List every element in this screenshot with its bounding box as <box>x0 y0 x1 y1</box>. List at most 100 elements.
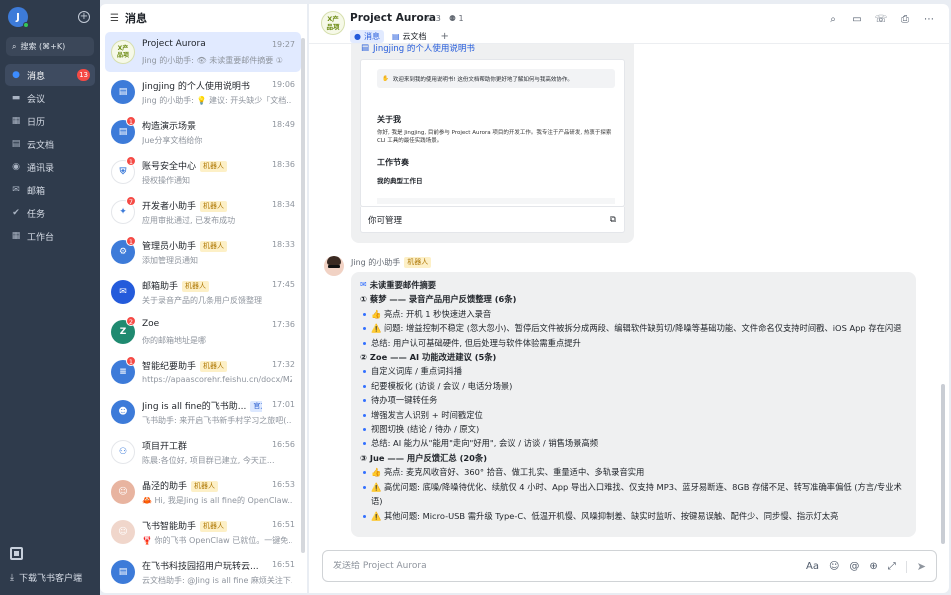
message-bullet: 总结: AI 能力从"能用"走向"好用", 会议 / 访谈 / 销售场景高频 <box>360 436 907 450</box>
doc-fade-block <box>377 198 615 204</box>
conversation-preview: 🦀 Hi, 我是Jing is all fine的 OpenClaw... <box>142 496 292 505</box>
doc-permission[interactable]: 你可管理 <box>368 214 402 226</box>
video-call-icon[interactable]: ▭ <box>851 13 863 25</box>
doc-heading-rhythm: 工作节奏 <box>377 158 409 167</box>
add-tab-icon[interactable]: + <box>441 31 449 42</box>
list-scrollbar[interactable] <box>301 38 305 553</box>
chat-meta: ⚇ 3 ⚉ 1 <box>426 14 464 23</box>
create-plus-icon[interactable]: + <box>78 11 90 23</box>
conversation-preview: 陈晨:各位好, 项目群已建立, 今天正... <box>142 456 275 465</box>
message-sender: Jing 的小助手 机器人 <box>351 257 432 268</box>
conversation-name: 构造演示场景 <box>142 122 197 132</box>
message-bullet: ⚠️ 问题: 增益控制不稳定 (忽大忽小)、暂停后文件被拆分成两段、编辑软件缺剪… <box>360 321 907 335</box>
inbox-icon[interactable]: ⎙ <box>899 13 911 25</box>
conversation-preview: Jing 的小助手: 👁 未读重要邮件摘要 ① <box>142 56 283 65</box>
global-search-button[interactable]: ⌕ 搜索 (⌘+K) <box>6 37 94 56</box>
conversation-avatar: X产 品项 <box>111 40 135 64</box>
conversation-preview: 🦞 你的飞书 OpenClaw 已就位。一键免... <box>142 536 292 545</box>
group-avatar[interactable]: X产 品项 <box>321 11 345 35</box>
conversation-name: 邮箱助手 机器人 <box>142 279 210 292</box>
nav-item-tasks[interactable]: ✔ 任务 <box>5 202 95 224</box>
member-count[interactable]: ⚇ 3 <box>426 14 441 23</box>
sender-name[interactable]: Jing 的小助手 <box>351 257 400 268</box>
filter-list-icon[interactable]: ☰ <box>110 13 119 24</box>
conversation-item[interactable]: ▤ 1 构造演示场景 18:49 Jue分享文档给你 <box>105 112 301 152</box>
doc-icon: ▤ <box>361 43 370 53</box>
bot-tag: 机器人 <box>404 257 432 268</box>
conversation-time: 16:51 <box>271 560 295 569</box>
conversation-name: 管理员小助手 机器人 <box>142 239 228 252</box>
send-icon[interactable]: ➤ <box>917 560 926 573</box>
phone-icon[interactable]: ☏ <box>875 13 888 25</box>
nav-item-mail[interactable]: ✉ 邮箱 <box>5 179 95 201</box>
conversation-name: Jingjing 的个人使用说明书 <box>142 82 250 92</box>
conversation-name: 账号安全中心 机器人 <box>142 159 228 172</box>
chat-scrollbar[interactable] <box>941 384 945 544</box>
conversation-item[interactable]: ⚙ 1 管理员小助手 机器人 18:33 添加管理员通知 <box>105 232 301 272</box>
chat-title[interactable]: Project Aurora <box>350 12 436 24</box>
message-bullet: ⚠️ 高优问题: 底噪/降噪待优化、续航仅 4 小时、App 导出入口难找、仅支… <box>360 480 907 509</box>
chat-bubble-icon: ● <box>12 70 20 80</box>
more-icon[interactable]: ⋯ <box>923 13 935 25</box>
qr-code-icon[interactable] <box>10 547 23 560</box>
conversation-preview: 应用审批通过, 已发布成功 <box>142 216 236 225</box>
message-composer: Aa ☺ @ ⊕ ⤢ ➤ <box>322 550 937 582</box>
doc-preview[interactable]: ✋ 欢迎来到我的使用说明书! 这份文档帮助你更好地了解如何与我高效协作。 关于我… <box>360 59 625 207</box>
conversation-item[interactable]: ▤ Jingjing 的个人使用说明书 19:06 Jing 的小助手: 💡 建议: … <box>105 72 301 112</box>
bot-avatar[interactable] <box>324 256 344 276</box>
conversation-item[interactable]: ☻ Jing is all fine的飞书助...官方 17:01 飞书助手: 来开启… <box>105 392 301 432</box>
message-section-heading: ② Zoe —— AI 功能改进建议 (5条) <box>360 352 497 363</box>
conversation-time: 17:01 <box>271 400 295 409</box>
conversation-name: 在飞书科技园招用户玩转云... <box>142 562 259 572</box>
conversation-preview: 授权操作通知 <box>142 176 190 185</box>
conversation-item[interactable]: ☺ 飞书智能助手 机器人 16:51 🦞 你的飞书 OpenClaw 已就位。一键免..… <box>105 512 301 552</box>
conversation-item[interactable]: ⛨ 1 账号安全中心 机器人 18:36 授权操作通知 <box>105 152 301 192</box>
message-bullet: 👍 亮点: 开机 1 秒快速进入录音 <box>360 307 907 321</box>
conversation-item[interactable]: ⚇ 项目开工群 16:56 陈晨:各位好, 项目群已建立, 今天正... <box>105 432 301 472</box>
download-client-link[interactable]: ⤓ 下载飞书客户端 <box>10 571 82 585</box>
mail-icon: ✉ <box>111 280 135 304</box>
doc-card-footer: 你可管理 ⧉ <box>360 207 625 233</box>
nav-item-calendar[interactable]: ▦ 日历 <box>5 110 95 132</box>
nav-menu: ● 消息 13 ▬ 会议 ▦ 日历 ▤ 云文档 ◉ 通讯录 ✉ 邮箱 ✔ 任务 <box>0 64 100 248</box>
doc-link[interactable]: ▤ Jingjing 的个人使用说明书 <box>361 42 475 54</box>
conversation-item[interactable]: Z 2 Zoe 17:36 你的邮箱地址是哪 <box>105 312 301 352</box>
nav-item-docs[interactable]: ▤ 云文档 <box>5 133 95 155</box>
conversation-name: Project Aurora <box>142 39 206 49</box>
bot-count[interactable]: ⚉ 1 <box>449 14 464 23</box>
conversation-item[interactable]: X产 品项 Project Aurora 19:27 Jing 的小助手: 👁 未读重… <box>105 32 301 72</box>
message-bubble: ✉ 未读重要邮件摘要 ① 蔡梦 —— 录音产品用户反馈整理 (6条) 👍 亮点: … <box>351 272 916 537</box>
chat-panel: X产 品项 Project Aurora ⚇ 3 ⚉ 1 ● 消息 ▤ 云文档 … <box>309 4 949 593</box>
conversation-item[interactable]: ▤ 在飞书科技园招用户玩转云... 16:51 云文档助手: @Jing is all… <box>105 552 301 592</box>
conversation-time: 19:27 <box>271 40 295 49</box>
message-lines: ① 蔡梦 —— 录音产品用户反馈整理 (6条) 👍 亮点: 开机 1 秒快速进入录… <box>360 292 907 523</box>
conversation-time: 16:56 <box>271 440 295 449</box>
nav-item-messages[interactable]: ● 消息 13 <box>5 64 95 86</box>
text-format-icon[interactable]: Aa <box>806 561 819 572</box>
copy-icon[interactable]: ⧉ <box>610 215 616 225</box>
conversation-item[interactable]: ✉ 邮箱助手 机器人 17:45 关于录音产品的几条用户反馈整理 <box>105 272 301 312</box>
chat-header: X产 品项 Project Aurora ⚇ 3 ⚉ 1 ● 消息 ▤ 云文档 … <box>309 4 949 44</box>
message-input[interactable] <box>333 561 773 571</box>
robot-icon: ☻ <box>111 400 135 424</box>
list-header: ☰ 消息 <box>100 4 307 32</box>
conversation-item[interactable]: ≡ 1 智能纪要助手 机器人 17:32 https://apaascorehr.feis… <box>105 352 301 392</box>
conversation-preview: 关于录音产品的几条用户反馈整理 <box>142 296 262 305</box>
conversation-item[interactable]: ✦ 7 开发者小助手 机器人 18:34 应用审批通过, 已发布成功 <box>105 192 301 232</box>
message-section-heading: ① 蔡梦 —— 录音产品用户反馈整理 (6条) <box>360 294 517 305</box>
search-person-icon[interactable]: ⌕ <box>827 13 839 25</box>
chat-bubble-icon: ● <box>354 32 361 41</box>
doc-share-card[interactable]: ▤ Jingjing 的个人使用说明书 ✋ 欢迎来到我的使用说明书! 这份文档帮… <box>351 42 634 243</box>
nav-item-workplace[interactable]: ▦ 工作台 <box>5 225 95 247</box>
plus-circle-icon[interactable]: ⊕ <box>869 561 877 572</box>
message-bullet: 纪要模板化 (访谈 / 会议 / 电话分场景) <box>360 379 907 393</box>
nav-item-contacts[interactable]: ◉ 通讯录 <box>5 156 95 178</box>
online-status-dot <box>23 22 29 28</box>
doc-typical-day: 我的典型工作日 <box>377 177 423 185</box>
emoji-icon[interactable]: ☺ <box>829 561 839 572</box>
expand-icon[interactable]: ⤢ <box>888 561 896 572</box>
nav-item-meetings[interactable]: ▬ 会议 <box>5 87 95 109</box>
conversation-item[interactable]: ☺ 晶泾的助手 机器人 16:53 🦀 Hi, 我是Jing is all fine的 … <box>105 472 301 512</box>
message-bullet: 总结: 用户认可基础硬件, 但后处理与软件体验需重点提升 <box>360 336 907 350</box>
mention-icon[interactable]: @ <box>849 561 859 572</box>
